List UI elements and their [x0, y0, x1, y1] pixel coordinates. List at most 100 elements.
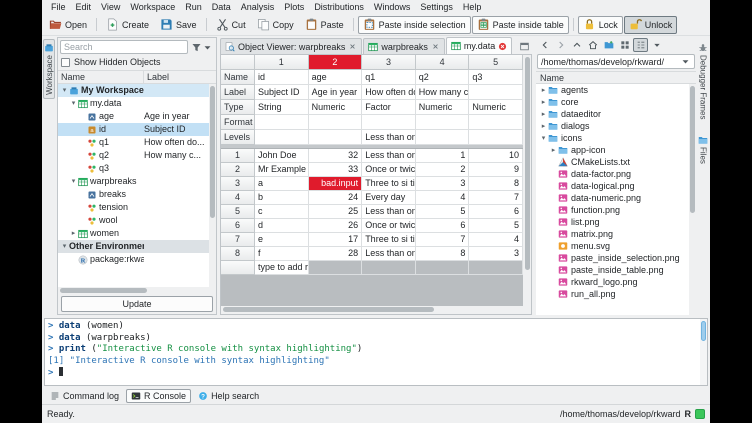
file-row-matrix-png[interactable]: matrix.png: [536, 228, 696, 240]
paste-inside-table-button[interactable]: Paste inside table: [472, 16, 569, 34]
data-cell[interactable]: Once or twice...: [362, 219, 416, 233]
menu-view[interactable]: View: [96, 0, 125, 14]
menu-analysis[interactable]: Analysis: [236, 0, 280, 14]
paste-button[interactable]: Paste: [300, 16, 349, 34]
data-cell[interactable]: 6: [469, 205, 523, 219]
expander-icon[interactable]: ▸: [539, 84, 548, 96]
files-column-header[interactable]: Name: [536, 71, 696, 84]
forward-button[interactable]: [553, 38, 568, 52]
data-cell[interactable]: 4: [416, 191, 470, 205]
editor-tab-warpbreaks[interactable]: warpbreaks: [363, 38, 445, 54]
back-button[interactable]: [537, 38, 552, 52]
menu-settings[interactable]: Settings: [415, 0, 458, 14]
meta-cell[interactable]: Less than on...: [362, 130, 416, 145]
expander-icon[interactable]: ▸: [539, 120, 548, 132]
console-line[interactable]: [1] "Interactive R console with syntax h…: [48, 356, 695, 368]
data-cell[interactable]: 8: [469, 177, 523, 191]
data-cell[interactable]: 24: [309, 191, 363, 205]
meta-cell[interactable]: How many ch...: [416, 85, 470, 100]
tree-row-breaks[interactable]: breaks: [58, 188, 216, 201]
column-header-4[interactable]: 4: [416, 55, 470, 70]
tab-close-icon[interactable]: [348, 42, 357, 51]
meta-cell[interactable]: How often do...: [362, 85, 416, 100]
meta-cell[interactable]: String: [255, 100, 309, 115]
file-row-run-all-png[interactable]: run_all.png: [536, 288, 696, 300]
tree-hscrollbar[interactable]: [58, 287, 216, 294]
up-button[interactable]: [569, 38, 584, 52]
file-row-paste-inside-selection-png[interactable]: paste_inside_selection.png: [536, 252, 696, 264]
expander-icon[interactable]: ▸: [69, 227, 78, 240]
tree-row-my-workspace[interactable]: ▾My Workspace: [58, 84, 216, 97]
data-cell[interactable]: 3: [416, 177, 470, 191]
file-row-core[interactable]: ▸core: [536, 96, 696, 108]
data-row-header-1[interactable]: 1: [221, 149, 255, 163]
tree-row-age[interactable]: ageAge in year: [58, 110, 216, 123]
unlock-button[interactable]: Unlock: [624, 16, 678, 34]
meta-cell[interactable]: q1: [362, 70, 416, 85]
tree-row-id[interactable]: aidSubject ID: [58, 123, 216, 136]
data-cell[interactable]: John Doe: [255, 149, 309, 163]
grid-vscrollbar[interactable]: [523, 55, 531, 306]
meta-cell[interactable]: [255, 130, 309, 145]
workspace-dock-tab[interactable]: Workspace: [43, 39, 55, 99]
meta-cell[interactable]: Factor: [362, 100, 416, 115]
file-row-data-logical-png[interactable]: data-logical.png: [536, 180, 696, 192]
data-cell[interactable]: 4: [469, 233, 523, 247]
data-cell[interactable]: 9: [469, 163, 523, 177]
tree-row-q3[interactable]: q3: [58, 162, 216, 175]
meta-row-header-label[interactable]: Label: [221, 85, 255, 100]
dock-tab-debugger-frames[interactable]: Debugger Frames: [697, 39, 709, 123]
meta-cell[interactable]: [416, 130, 470, 145]
file-row-menu-svg[interactable]: menu.svg: [536, 240, 696, 252]
column-header-label[interactable]: Label: [144, 71, 216, 83]
data-cell[interactable]: 33: [309, 163, 363, 177]
console-line[interactable]: > data (women): [48, 321, 695, 333]
open-button[interactable]: Open: [44, 16, 92, 34]
editor-tab-my-data[interactable]: my.data: [446, 37, 512, 54]
meta-row-header-name[interactable]: Name: [221, 70, 255, 85]
file-row-agents[interactable]: ▸agents: [536, 84, 696, 96]
tree-row-warpbreaks[interactable]: ▾warpbreaks: [58, 175, 216, 188]
tree-view-button[interactable]: [633, 38, 648, 52]
expander-icon[interactable]: ▾: [539, 132, 548, 144]
data-cell[interactable]: a: [255, 177, 309, 191]
bottom-tab-command-log[interactable]: Command log: [45, 389, 124, 403]
meta-row-header-levels[interactable]: Levels: [221, 130, 255, 145]
data-cell[interactable]: 5: [416, 205, 470, 219]
console-line[interactable]: >: [48, 367, 695, 380]
data-cell[interactable]: 1: [416, 149, 470, 163]
meta-cell[interactable]: id: [255, 70, 309, 85]
console-line[interactable]: > data (warpbreaks): [48, 333, 695, 345]
menu-workspace[interactable]: Workspace: [125, 0, 180, 14]
update-button[interactable]: Update: [61, 296, 213, 312]
data-row-header-3[interactable]: 3: [221, 177, 255, 191]
tree-row-my-data[interactable]: ▾my.data: [58, 97, 216, 110]
lock-button[interactable]: Lock: [578, 16, 623, 34]
create-button[interactable]: Create: [101, 16, 154, 34]
data-cell[interactable]: Three to si ti...: [362, 177, 416, 191]
column-header-5[interactable]: 5: [469, 55, 523, 70]
data-cell[interactable]: 6: [416, 219, 470, 233]
tree-row-wool[interactable]: wool: [58, 214, 216, 227]
column-header-2[interactable]: 2: [309, 55, 363, 70]
detach-icon[interactable]: [517, 41, 532, 54]
tab-close-icon[interactable]: [431, 42, 440, 51]
meta-cell[interactable]: Numeric: [416, 100, 470, 115]
grid-view-button[interactable]: [617, 38, 632, 52]
data-cell[interactable]: 8: [416, 247, 470, 261]
data-row-header-7[interactable]: 7: [221, 233, 255, 247]
tree-row-tension[interactable]: tension: [58, 201, 216, 214]
tree-row-package-rkward[interactable]: Rpackage:rkward: [58, 253, 216, 266]
meta-cell[interactable]: Age in year: [309, 85, 363, 100]
file-row-data-factor-png[interactable]: data-factor.png: [536, 168, 696, 180]
data-cell[interactable]: Three to si ti...: [362, 233, 416, 247]
file-row-data-numeric-png[interactable]: data-numeric.png: [536, 192, 696, 204]
data-cell[interactable]: Every day: [362, 191, 416, 205]
data-cell[interactable]: Less than onc...: [362, 247, 416, 261]
data-row-header-5[interactable]: 5: [221, 205, 255, 219]
expander-icon[interactable]: ▾: [60, 84, 69, 97]
meta-cell[interactable]: age: [309, 70, 363, 85]
add-row-input[interactable]: type to add row: [255, 261, 309, 275]
data-cell[interactable]: 3: [469, 247, 523, 261]
console-line[interactable]: > print ("Interactive R console with syn…: [48, 344, 695, 356]
